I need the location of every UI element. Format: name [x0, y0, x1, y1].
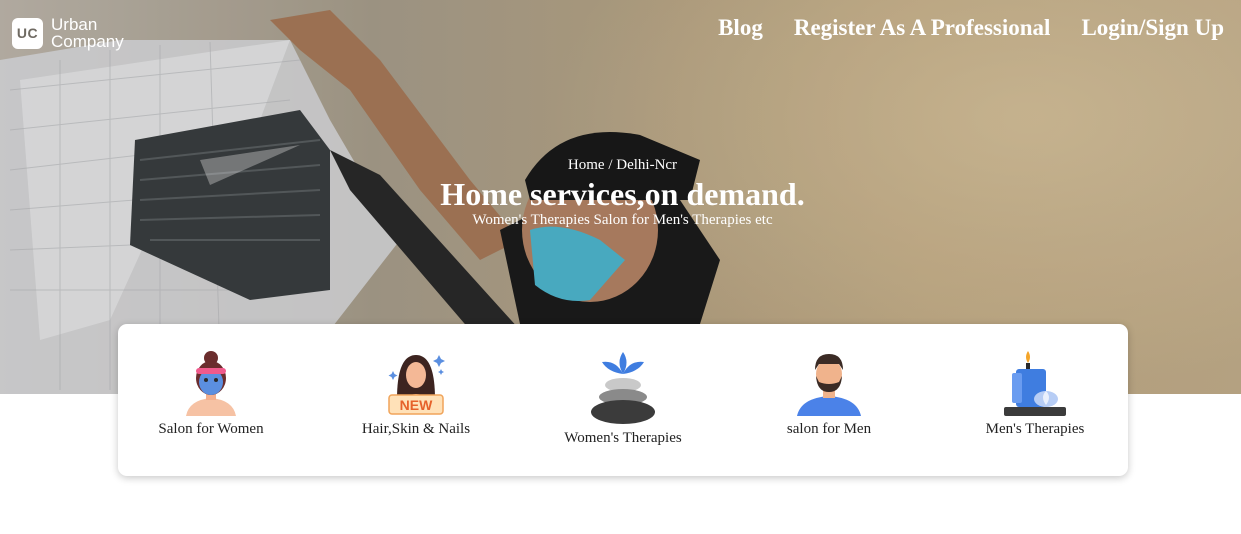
uc-logo-mark: UC: [12, 17, 43, 49]
category-salon-for-women[interactable]: Salon for Women: [111, 324, 311, 476]
candle-lotus-icon: [935, 351, 1135, 417]
new-badge: NEW: [400, 397, 433, 413]
category-salon-for-men[interactable]: salon for Men: [729, 324, 929, 476]
category-label: salon for Men: [786, 421, 872, 437]
man-avatar-icon: [729, 352, 929, 416]
category-card: Salon for Women NEW Hair,Skin & Nails Wo…: [118, 324, 1128, 476]
logo-wordmark: Urban Company: [51, 16, 124, 50]
logo-wordmark-line1: Urban: [51, 15, 98, 34]
category-hair-skin-nails[interactable]: NEW Hair,Skin & Nails: [316, 324, 516, 476]
woman-facemask-icon: [111, 350, 311, 416]
breadcrumb: Home / Delhi-Ncr: [567, 157, 678, 173]
urban-company-logo[interactable]: UC Urban Company: [12, 16, 124, 50]
category-womens-therapies[interactable]: Women's Therapies: [523, 324, 723, 476]
category-label: Hair,Skin & Nails: [361, 421, 471, 437]
category-label: Men's Therapies: [985, 421, 1085, 437]
spa-stones-icon: [523, 352, 723, 426]
logo-wordmark-line2: Company: [51, 32, 124, 51]
nav-register-professional-link[interactable]: Register As A Professional: [794, 15, 1051, 41]
hero-subtitle: Women's Therapies Salon for Men's Therap…: [472, 212, 773, 228]
category-mens-therapies[interactable]: Men's Therapies: [935, 324, 1135, 476]
category-label: Salon for Women: [158, 421, 264, 437]
top-nav: Blog Register As A Professional Login/Si…: [718, 15, 1224, 41]
woman-new-icon: NEW: [316, 351, 516, 415]
category-label: Women's Therapies: [564, 430, 682, 446]
nav-login-signup-link[interactable]: Login/Sign Up: [1081, 15, 1224, 41]
hero-title: Home services,on demand.: [440, 176, 805, 212]
nav-blog-link[interactable]: Blog: [718, 15, 763, 41]
